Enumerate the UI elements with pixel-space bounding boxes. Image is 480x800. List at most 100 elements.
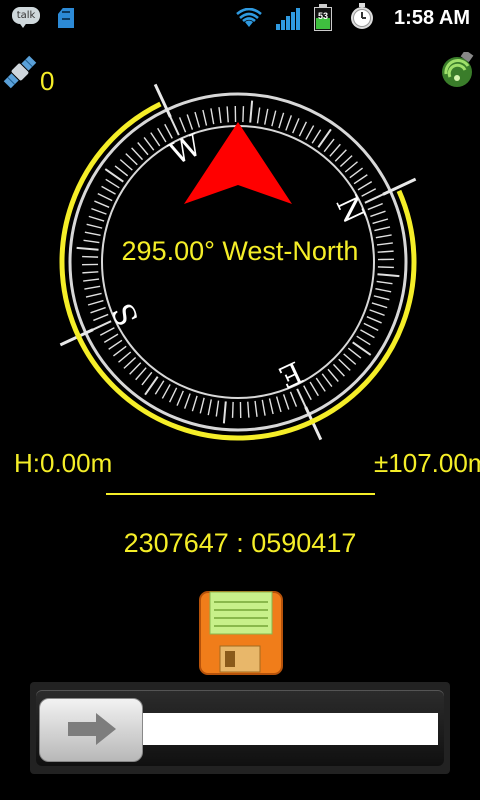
compass-tick [84,285,101,290]
compass-tick [90,320,112,332]
arrow-right-icon [68,713,116,745]
compass-tick [91,207,107,215]
compass-tick [377,273,400,278]
compass-tick [112,345,127,357]
compass-tick [315,377,326,392]
compass-tick [357,181,373,191]
coordinates-readout: 2307647 : 0590417 [123,528,357,558]
divider [106,493,375,495]
compass-tick [168,114,180,136]
slider-handle[interactable] [39,698,143,762]
compass-tick [105,178,120,189]
floppy-disk-icon[interactable] [198,590,284,676]
compass-tick [309,381,319,397]
compass-tick [367,202,383,211]
compass-tick [90,306,106,314]
compass-tick [289,391,298,407]
compass-tick [150,132,161,147]
compass-tick [129,362,142,375]
compass-tick [343,353,357,365]
compass-tick [292,118,300,134]
compass-tick [371,302,388,309]
compass-tick [374,226,391,232]
compass-tick [356,335,371,346]
direction-arrow [184,122,292,204]
compass-tick [118,351,132,363]
compass-tick [305,125,315,140]
compass-tick [373,295,390,301]
compass-tick [370,210,386,218]
compass-tick [364,192,386,204]
compass-tick [372,218,389,225]
compass-tick [84,231,101,236]
compass-tick [278,112,285,129]
compass-tick [268,398,274,415]
compass-tick [178,117,187,133]
compass-tick [183,393,191,409]
compass-tick [327,368,339,382]
compass-tick [347,347,362,359]
compass-tick [256,107,261,124]
compass-tick [311,129,322,144]
compass-tick [83,278,100,282]
compass-tick [86,223,103,229]
compass-tick [222,401,227,424]
compass-tick [285,115,293,131]
compass-tick [99,327,115,336]
compass-tick [154,380,165,395]
compass-tick [353,174,368,185]
compass-tick [199,397,205,414]
compass-tick [366,316,382,324]
compass-tick [82,271,99,274]
heading-readout: 295.00° West-North [121,236,359,266]
compass-tick [101,185,116,195]
compass-tick [119,159,133,171]
compass-tick [339,155,353,168]
compass-tick [161,384,171,399]
slider-field [142,713,438,745]
compass-tick [176,390,184,406]
compass-tick [247,401,250,418]
compass-tick [323,138,335,153]
compass-tick [94,200,110,208]
slide-to-save-track[interactable] [30,682,450,774]
compass-tick [125,153,138,166]
compass-tick [123,356,137,369]
compass-tick [207,399,212,416]
compass-tick [137,142,149,156]
south-label: S [106,297,146,330]
compass-tick [344,161,358,173]
compass-tick [87,299,104,306]
compass-tick [114,165,129,177]
compass-tick [215,400,220,417]
compass-tick [271,110,277,127]
compass-tick [360,329,375,339]
compass-tick [369,309,385,317]
compass-tick [242,106,245,123]
compass-tick [202,109,208,126]
compass-tick [210,108,215,125]
compass-tick [376,280,393,285]
compass-tick [303,385,312,401]
compass-tick [338,358,351,371]
compass-tick [135,367,147,381]
compass-tick [85,292,102,298]
compass-tick [103,333,119,343]
compass-tick [349,167,364,179]
compass-tick [298,121,308,137]
compass-tick [332,363,345,377]
compass-tick [164,123,173,139]
height-readout: H:0.00m [14,448,113,478]
compass-tick [88,215,105,222]
compass-tick [282,394,290,410]
compass-tick [191,395,198,412]
compass-tick [249,100,254,123]
compass-tick [329,143,341,157]
compass-tick [141,371,153,386]
compass-tick [97,192,113,202]
compass-tick [363,322,379,332]
compass-tick [231,401,234,418]
compass-tick [218,107,222,124]
compass-tick [168,387,178,403]
compass-tick [375,288,392,293]
